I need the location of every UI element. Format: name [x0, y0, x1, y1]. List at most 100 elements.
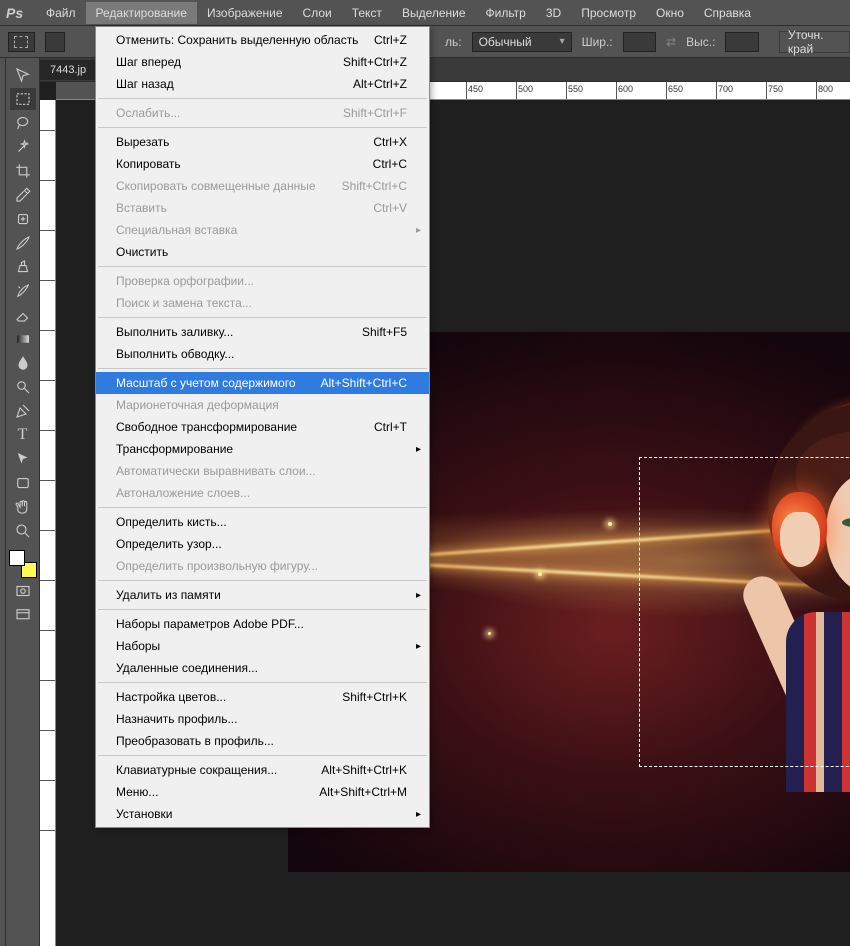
ruler-tick: 250 [40, 330, 56, 331]
hand-tool-icon[interactable] [10, 496, 36, 518]
dodge-tool-icon[interactable] [10, 376, 36, 398]
menu-изображение[interactable]: Изображение [197, 2, 293, 24]
menu-редактирование[interactable]: Редактирование [86, 2, 197, 24]
blend-mode-select[interactable]: Обычный [472, 32, 572, 52]
menu-item[interactable]: Отменить: Сохранить выделенную областьCt… [96, 29, 429, 51]
eraser-tool-icon[interactable] [10, 304, 36, 326]
menu-item-shortcut: Shift+F5 [362, 325, 407, 339]
menu-item-label: Удалить из памяти [116, 588, 221, 602]
menu-item[interactable]: Очистить [96, 241, 429, 263]
ruler-tick: 550 [40, 630, 56, 631]
menu-item[interactable]: Трансформирование▸ [96, 438, 429, 460]
menu-item-label: Трансформирование [116, 442, 233, 456]
height-input[interactable] [725, 32, 758, 52]
menu-item-shortcut: Ctrl+X [373, 135, 407, 149]
menu-item-label: Масштаб с учетом содержимого [116, 376, 296, 390]
document-tab[interactable]: 7443.jp [40, 60, 103, 80]
ruler-tick: 400 [40, 480, 56, 481]
menu-separator [98, 317, 427, 318]
submenu-arrow-icon: ▸ [416, 641, 421, 652]
menu-item[interactable]: Определить кисть... [96, 511, 429, 533]
menu-item[interactable]: Установки▸ [96, 803, 429, 825]
menu-item: Определить произвольную фигуру... [96, 555, 429, 577]
ruler-tick: 600 [40, 680, 56, 681]
menu-item[interactable]: Определить узор... [96, 533, 429, 555]
document-tab-label: 7443.jp [50, 64, 86, 76]
menu-просмотр[interactable]: Просмотр [571, 2, 646, 24]
menu-3d[interactable]: 3D [536, 2, 571, 24]
refine-edge-button[interactable]: Уточн. край [779, 31, 850, 53]
history-brush-tool-icon[interactable] [10, 280, 36, 302]
path-selection-tool-icon[interactable] [10, 448, 36, 470]
width-input[interactable] [623, 32, 656, 52]
ruler-tick: 700 [40, 780, 56, 781]
menu-separator [98, 507, 427, 508]
menu-item[interactable]: Выполнить заливку...Shift+F5 [96, 321, 429, 343]
menu-item[interactable]: Преобразовать в профиль... [96, 730, 429, 752]
menu-слои[interactable]: Слои [293, 2, 342, 24]
menu-текст[interactable]: Текст [342, 2, 392, 24]
menu-item-label: Автоналожение слоев... [116, 486, 250, 500]
marquee-selection[interactable] [639, 457, 850, 767]
type-tool-icon[interactable]: T [10, 424, 36, 446]
swap-icon[interactable]: ⇄ [666, 35, 676, 49]
menu-item[interactable]: Назначить профиль... [96, 708, 429, 730]
menu-окно[interactable]: Окно [646, 2, 694, 24]
menu-файл[interactable]: Файл [36, 2, 86, 24]
menu-справка[interactable]: Справка [694, 2, 761, 24]
menu-item-label: Определить кисть... [116, 515, 227, 529]
menu-item[interactable]: Клавиатурные сокращения...Alt+Shift+Ctrl… [96, 759, 429, 781]
menu-item: Специальная вставка▸ [96, 219, 429, 241]
brush-tool-icon[interactable] [10, 232, 36, 254]
selection-mode-new-icon[interactable] [45, 32, 65, 52]
submenu-arrow-icon: ▸ [416, 809, 421, 820]
menu-item-label: Назначить профиль... [116, 712, 237, 726]
lasso-tool-icon[interactable] [10, 112, 36, 134]
menu-item[interactable]: Удаленные соединения... [96, 657, 429, 679]
image-sparkle [488, 632, 491, 635]
eyedropper-tool-icon[interactable] [10, 184, 36, 206]
quick-mask-icon[interactable] [10, 580, 36, 602]
magic-wand-tool-icon[interactable] [10, 136, 36, 158]
color-swatches[interactable] [9, 550, 37, 578]
pen-tool-icon[interactable] [10, 400, 36, 422]
submenu-arrow-icon: ▸ [416, 590, 421, 601]
menu-item[interactable]: Удалить из памяти ▸ [96, 584, 429, 606]
menu-item[interactable]: Меню...Alt+Shift+Ctrl+M [96, 781, 429, 803]
height-label: Выс.: [686, 35, 715, 49]
ruler-vertical[interactable]: 5010015020025030035040045050055060065070… [40, 100, 56, 946]
menu-item[interactable]: Шаг назадAlt+Ctrl+Z [96, 73, 429, 95]
shape-tool-icon[interactable] [10, 472, 36, 494]
blur-tool-icon[interactable] [10, 352, 36, 374]
tool-preset-icon[interactable] [8, 32, 35, 52]
edit-menu-dropdown: Отменить: Сохранить выделенную областьCt… [95, 26, 430, 828]
menu-item-label: Наборы [116, 639, 160, 653]
marquee-tool-icon[interactable] [10, 88, 36, 110]
menu-item[interactable]: Наборы параметров Adobe PDF... [96, 613, 429, 635]
menu-item-label: Вырезать [116, 135, 169, 149]
ruler-tick: 300 [40, 380, 56, 381]
zoom-tool-icon[interactable] [10, 520, 36, 542]
menu-item[interactable]: Масштаб с учетом содержимогоAlt+Shift+Ct… [96, 372, 429, 394]
menu-item[interactable]: Шаг впередShift+Ctrl+Z [96, 51, 429, 73]
menu-item[interactable]: Наборы ▸ [96, 635, 429, 657]
healing-brush-tool-icon[interactable] [10, 208, 36, 230]
menu-item-shortcut: Shift+Ctrl+C [342, 179, 407, 193]
menu-item[interactable]: Свободное трансформированиеCtrl+T [96, 416, 429, 438]
menu-item-shortcut: Ctrl+T [374, 420, 407, 434]
menu-item[interactable]: КопироватьCtrl+C [96, 153, 429, 175]
clone-stamp-tool-icon[interactable] [10, 256, 36, 278]
crop-tool-icon[interactable] [10, 160, 36, 182]
menu-item[interactable]: Настройка цветов...Shift+Ctrl+K [96, 686, 429, 708]
menu-фильтр[interactable]: Фильтр [476, 2, 536, 24]
menu-item[interactable]: Вырезать Ctrl+X [96, 131, 429, 153]
menu-item-shortcut: Shift+Ctrl+F [343, 106, 407, 120]
gradient-tool-icon[interactable] [10, 328, 36, 350]
move-tool-icon[interactable] [10, 64, 36, 86]
screen-mode-icon[interactable] [10, 604, 36, 626]
menu-item[interactable]: Выполнить обводку... [96, 343, 429, 365]
menu-выделение[interactable]: Выделение [392, 2, 476, 24]
ruler-tick: 650 [40, 730, 56, 731]
menu-item-label: Ослабить... [116, 106, 180, 120]
foreground-color-swatch[interactable] [9, 550, 25, 566]
